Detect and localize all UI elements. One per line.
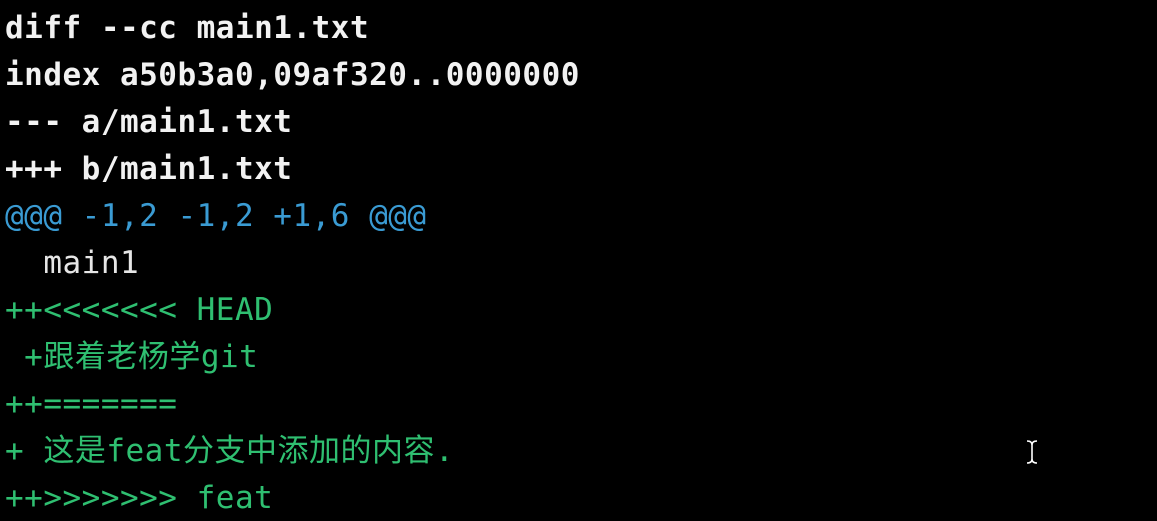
diff-new-file-line: +++ b/main1.txt	[5, 151, 293, 187]
diff-index-line: index a50b3a0,09af320..0000000	[5, 57, 580, 93]
diff-added-line: + 这是feat分支中添加的内容.	[5, 433, 455, 469]
conflict-marker-feat-line: ++>>>>>>> feat	[5, 480, 274, 516]
text-cursor-ibeam-icon	[1026, 439, 1038, 465]
diff-context-line: main1	[5, 245, 140, 281]
conflict-marker-head-line: ++<<<<<<< HEAD	[5, 292, 274, 328]
diff-header-line: diff --cc main1.txt	[5, 10, 370, 46]
diff-added-line: +跟着老杨学git	[5, 339, 259, 375]
terminal-window[interactable]: diff --cc main1.txt index a50b3a0,09af32…	[0, 0, 1157, 521]
diff-old-file-line: --- a/main1.txt	[5, 104, 293, 140]
conflict-separator-line: ++=======	[5, 386, 178, 422]
diff-hunk-header-line: @@@ -1,2 -1,2 +1,6 @@@	[5, 198, 427, 234]
